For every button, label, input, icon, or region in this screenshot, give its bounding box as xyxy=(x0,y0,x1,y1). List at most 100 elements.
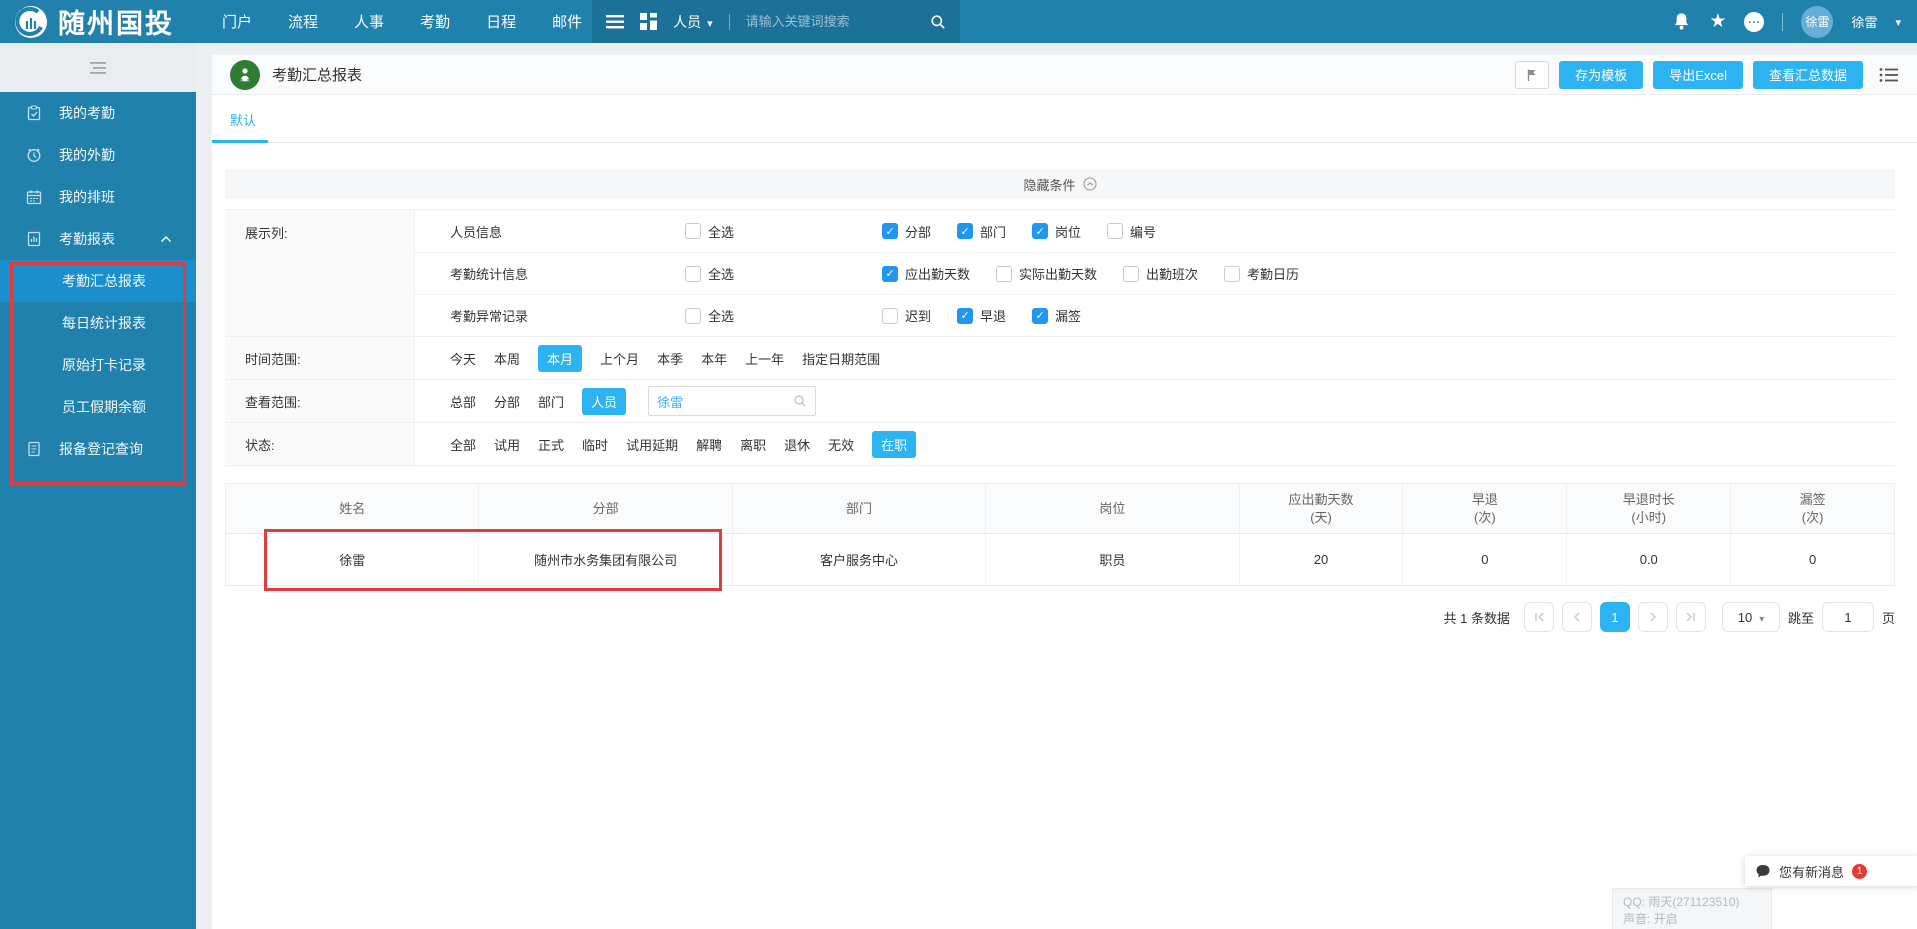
hide-conditions-bar[interactable]: 隐藏条件 xyxy=(225,169,1895,199)
checkbox-late[interactable]: 迟到 xyxy=(882,306,931,325)
checkbox-icon[interactable] xyxy=(1032,307,1049,324)
checkbox-icon[interactable] xyxy=(685,307,701,324)
checkbox-actual-attendance-days[interactable]: 实际出勤天数 xyxy=(996,264,1097,283)
checkbox-icon[interactable] xyxy=(882,223,898,239)
checkbox-attendance-calendar[interactable]: 考勤日历 xyxy=(1224,264,1299,283)
scope-option-department[interactable]: 部门 xyxy=(538,392,564,411)
last-page-button[interactable] xyxy=(1675,602,1706,632)
tab-default[interactable]: 默认 xyxy=(230,110,256,129)
menu-attendance[interactable]: 考勤 xyxy=(420,11,450,32)
menu-mail[interactable]: 邮件 xyxy=(552,11,582,32)
time-option-last-month[interactable]: 上个月 xyxy=(600,349,639,368)
menu-schedule[interactable]: 日程 xyxy=(486,11,516,32)
sidebar-subitem-summary-report[interactable]: 考勤汇总报表 xyxy=(0,260,196,302)
hamburger-icon[interactable] xyxy=(606,14,625,29)
current-page-button[interactable]: 1 xyxy=(1599,602,1630,632)
checkbox-icon[interactable] xyxy=(1224,265,1241,282)
scope-option-branch[interactable]: 分部 xyxy=(494,392,520,411)
notification-badge: 1 xyxy=(1852,863,1868,879)
status-option-dismissed[interactable]: 解聘 xyxy=(696,435,722,454)
sidebar-item-my-attendance[interactable]: 我的考勤 xyxy=(0,92,196,134)
status-option-temporary[interactable]: 临时 xyxy=(582,435,608,454)
checkbox-icon[interactable] xyxy=(685,265,701,282)
prev-page-button[interactable] xyxy=(1561,602,1592,632)
menu-hr[interactable]: 人事 xyxy=(354,11,384,32)
save-template-button[interactable]: 存为模板 xyxy=(1559,60,1644,89)
sidebar-subitem-leave-balance[interactable]: 员工假期余额 xyxy=(0,386,196,428)
scope-search-box[interactable] xyxy=(648,386,817,416)
time-option-last-year[interactable]: 上一年 xyxy=(745,349,784,368)
select-all-checkbox[interactable]: 全选 xyxy=(685,222,734,241)
first-page-button[interactable] xyxy=(1523,602,1554,632)
avatar[interactable]: 徐雷 xyxy=(1801,5,1834,38)
checkbox-icon[interactable] xyxy=(996,265,1013,282)
select-all-checkbox[interactable]: 全选 xyxy=(685,306,734,325)
menu-portal[interactable]: 门户 xyxy=(222,11,252,32)
star-icon[interactable]: ★ xyxy=(1709,12,1726,31)
checkbox-icon[interactable] xyxy=(1107,223,1124,239)
time-option-this-quarter[interactable]: 本季 xyxy=(657,349,683,368)
checkbox-icon[interactable] xyxy=(1032,223,1049,239)
search-icon[interactable] xyxy=(930,14,946,30)
status-option-invalid[interactable]: 无效 xyxy=(828,435,854,454)
page-size-select[interactable]: 10 xyxy=(1721,602,1780,632)
checkbox-branch[interactable]: 分部 xyxy=(882,222,931,241)
time-option-this-year[interactable]: 本年 xyxy=(701,349,727,368)
more-icon[interactable]: ... xyxy=(1744,11,1765,32)
checkbox-icon[interactable] xyxy=(882,307,898,324)
checkbox-due-attendance-days[interactable]: 应出勤天数 xyxy=(882,264,970,283)
checkbox-label: 迟到 xyxy=(905,309,932,324)
checkbox-employee-number[interactable]: 编号 xyxy=(1107,222,1156,241)
scope-option-headquarters[interactable]: 总部 xyxy=(450,392,476,411)
group-name: 人员信息 xyxy=(450,224,503,240)
status-option-employed[interactable]: 在职 xyxy=(872,430,917,458)
checkbox-early-leave[interactable]: 早退 xyxy=(957,306,1006,325)
status-option-resigned[interactable]: 离职 xyxy=(740,435,766,454)
status-option-probation[interactable]: 试用 xyxy=(494,435,520,454)
list-view-icon[interactable] xyxy=(1879,67,1899,83)
status-option-retired[interactable]: 退休 xyxy=(784,435,810,454)
brand[interactable]: 随州国投 xyxy=(0,2,196,41)
search-icon[interactable] xyxy=(793,394,807,408)
sidebar-subitem-daily-stats[interactable]: 每日统计报表 xyxy=(0,302,196,344)
checkbox-icon[interactable] xyxy=(957,223,974,239)
menu-workflow[interactable]: 流程 xyxy=(288,11,318,32)
time-option-this-month[interactable]: 本月 xyxy=(538,344,583,372)
sidebar-item-my-field-work[interactable]: 我的外勤 xyxy=(0,134,196,176)
checkbox-position[interactable]: 岗位 xyxy=(1032,222,1081,241)
status-option-all[interactable]: 全部 xyxy=(450,435,476,454)
checkbox-icon[interactable] xyxy=(1123,265,1140,282)
global-search-input[interactable] xyxy=(745,14,914,29)
export-excel-button[interactable]: 导出Excel xyxy=(1653,60,1743,89)
sidebar-item-my-shift[interactable]: 我的排班 xyxy=(0,176,196,218)
sidebar-item-report-registration-query[interactable]: 报备登记查询 xyxy=(0,428,196,470)
select-all-checkbox[interactable]: 全选 xyxy=(685,264,734,283)
status-option-formal[interactable]: 正式 xyxy=(538,435,564,454)
time-option-today[interactable]: 今天 xyxy=(450,349,476,368)
time-option-this-week[interactable]: 本周 xyxy=(494,349,520,368)
checkbox-icon[interactable] xyxy=(685,223,701,239)
apps-grid-icon[interactable] xyxy=(640,13,658,30)
next-page-button[interactable] xyxy=(1637,602,1668,632)
checkbox-attendance-shift[interactable]: 出勤班次 xyxy=(1123,264,1198,283)
scope-search-input[interactable] xyxy=(657,393,794,409)
checkbox-missed-sign[interactable]: 漏签 xyxy=(1032,306,1081,325)
sidebar-subitem-raw-punch-records[interactable]: 原始打卡记录 xyxy=(0,344,196,386)
bell-icon[interactable] xyxy=(1672,12,1691,31)
status-option-probation-extended[interactable]: 试用延期 xyxy=(626,435,678,454)
table-row[interactable]: 徐雷 随州市水务集团有限公司 客户服务中心 职员 20 0 0.0 0 xyxy=(226,534,1894,586)
sidebar-item-attendance-reports[interactable]: 考勤报表 xyxy=(0,218,196,260)
user-chevron-down-icon[interactable] xyxy=(1895,14,1901,29)
sidebar-collapse-strip[interactable] xyxy=(0,43,196,92)
time-option-custom-range[interactable]: 指定日期范围 xyxy=(802,349,880,368)
scope-option-personnel[interactable]: 人员 xyxy=(582,387,627,415)
pagination: 共 1 条数据 1 10 跳至 xyxy=(225,602,1895,632)
checkbox-department[interactable]: 部门 xyxy=(957,222,1006,241)
new-message-notification[interactable]: 您有新消息 1 xyxy=(1745,856,1917,886)
view-summary-button[interactable]: 查看汇总数据 xyxy=(1752,60,1863,89)
checkbox-icon[interactable] xyxy=(882,265,898,282)
flag-icon-button[interactable] xyxy=(1515,60,1550,89)
jump-page-input[interactable] xyxy=(1821,602,1874,632)
checkbox-icon[interactable] xyxy=(957,307,974,324)
person-dropdown[interactable]: 人员 xyxy=(673,12,713,32)
